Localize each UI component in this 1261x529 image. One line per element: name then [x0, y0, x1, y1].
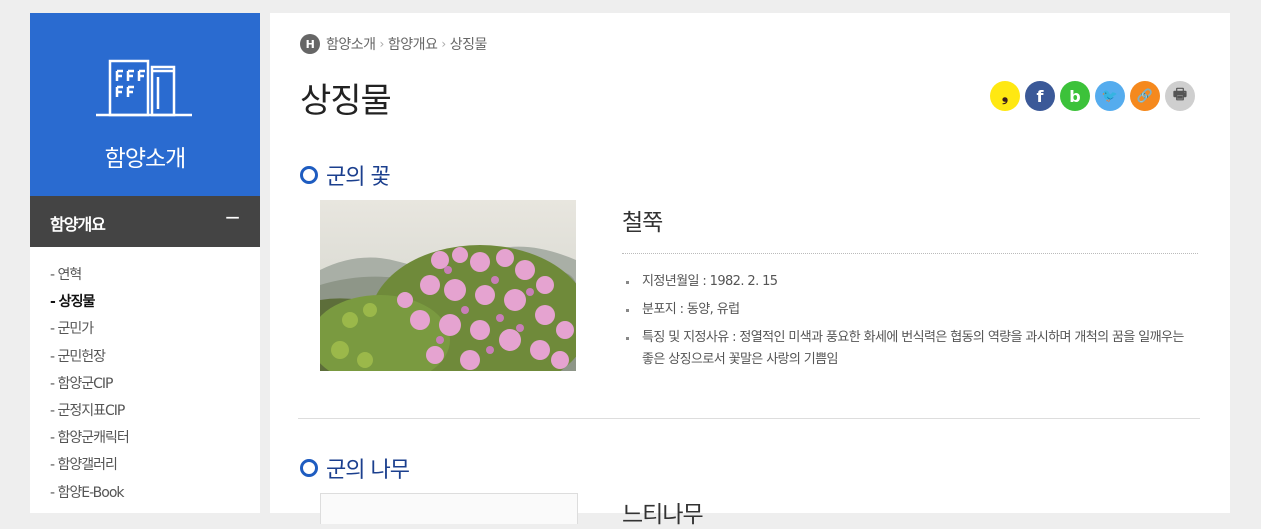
breadcrumb-item[interactable]: 함양개요 [388, 34, 438, 54]
page-title: 상징물 [300, 81, 392, 121]
main-content: H 함양소개 › 함양개요 › 상징물 상징물 ❟ f b 🐦 🔗 🖶 군의 꽃 [270, 13, 1230, 528]
azalea-image [320, 200, 576, 371]
sidebar: 함양소개 함양개요 − - 연혁 - 상징물 - 군민가 - 군민헌장 - 함양… [30, 13, 260, 513]
link-icon[interactable]: 🔗 [1130, 81, 1160, 111]
chevron-right-icon: › [441, 37, 446, 51]
sidebar-item-county-song[interactable]: - 군민가 [50, 318, 129, 345]
divider [622, 253, 1198, 254]
kakaostory-icon[interactable]: ❟ [990, 81, 1020, 111]
sidebar-item-history[interactable]: - 연혁 [50, 264, 129, 291]
sidebar-item-policy-cip[interactable]: - 군정지표CIP [50, 400, 129, 427]
fact-reason: 특징 및 지정사유 : 정열적인 미색과 풍요한 화세에 번식력은 협동의 역량… [624, 327, 1196, 371]
facebook-icon[interactable]: f [1025, 81, 1055, 111]
sidebar-header: 함양소개 [30, 13, 260, 196]
flower-section-heading: 군의 꽃 [300, 159, 391, 191]
sidebar-item-symbols[interactable]: - 상징물 [50, 291, 129, 318]
chevron-right-icon: › [379, 37, 385, 51]
zelkova-photo [320, 493, 578, 524]
section-bullet-icon [300, 459, 318, 477]
building-icon [96, 59, 192, 117]
fact-distribution: 분포지 : 동양, 유럽 [624, 299, 1196, 321]
azalea-photo [320, 200, 576, 371]
section-title: 군의 꽃 [326, 165, 391, 190]
sidebar-item-character[interactable]: - 함양군캐릭터 [50, 427, 130, 454]
home-icon[interactable]: H [300, 34, 320, 54]
sidebar-category[interactable]: 함양개요 − [30, 196, 260, 247]
band-icon[interactable]: b [1060, 81, 1090, 111]
tree-section-heading: 군의 나무 [300, 452, 410, 484]
fact-date: 지정년월일 : 1982. 2. 15 [624, 271, 1196, 293]
twitter-icon[interactable]: 🐦 [1095, 81, 1125, 111]
sidebar-item-charter[interactable]: - 군민헌장 [50, 346, 129, 373]
sidebar-category-label: 함양개요 [50, 215, 106, 234]
print-icon[interactable]: 🖶 [1165, 81, 1195, 111]
breadcrumb-current: 상징물 [449, 37, 488, 53]
section-title: 군의 나무 [326, 458, 410, 483]
breadcrumb: H 함양소개 › 함양개요 › 상징물 [300, 34, 487, 54]
collapse-toggle-icon[interactable]: − [224, 205, 241, 229]
flower-name: 철쭉 [622, 210, 663, 236]
share-bar: ❟ f b 🐦 🔗 🖶 [990, 81, 1195, 111]
section-bullet-icon [300, 166, 318, 184]
breadcrumb-item[interactable]: 함양소개 [326, 34, 376, 54]
sidebar-title: 함양소개 [104, 146, 187, 172]
sidebar-item-gallery[interactable]: - 함양갤러리 [50, 454, 129, 481]
flower-facts: 지정년월일 : 1982. 2. 15 분포지 : 동양, 유럽 특징 및 지정… [624, 271, 1196, 377]
sidebar-menu: - 연혁 - 상징물 - 군민가 - 군민헌장 - 함양군CIP - 군정지표C… [50, 264, 130, 509]
sidebar-item-cip[interactable]: - 함양군CIP [50, 373, 129, 400]
section-divider [298, 418, 1200, 419]
tree-name: 느티나무 [622, 502, 704, 528]
sidebar-item-ebook[interactable]: - 함양E-Book [50, 482, 129, 509]
